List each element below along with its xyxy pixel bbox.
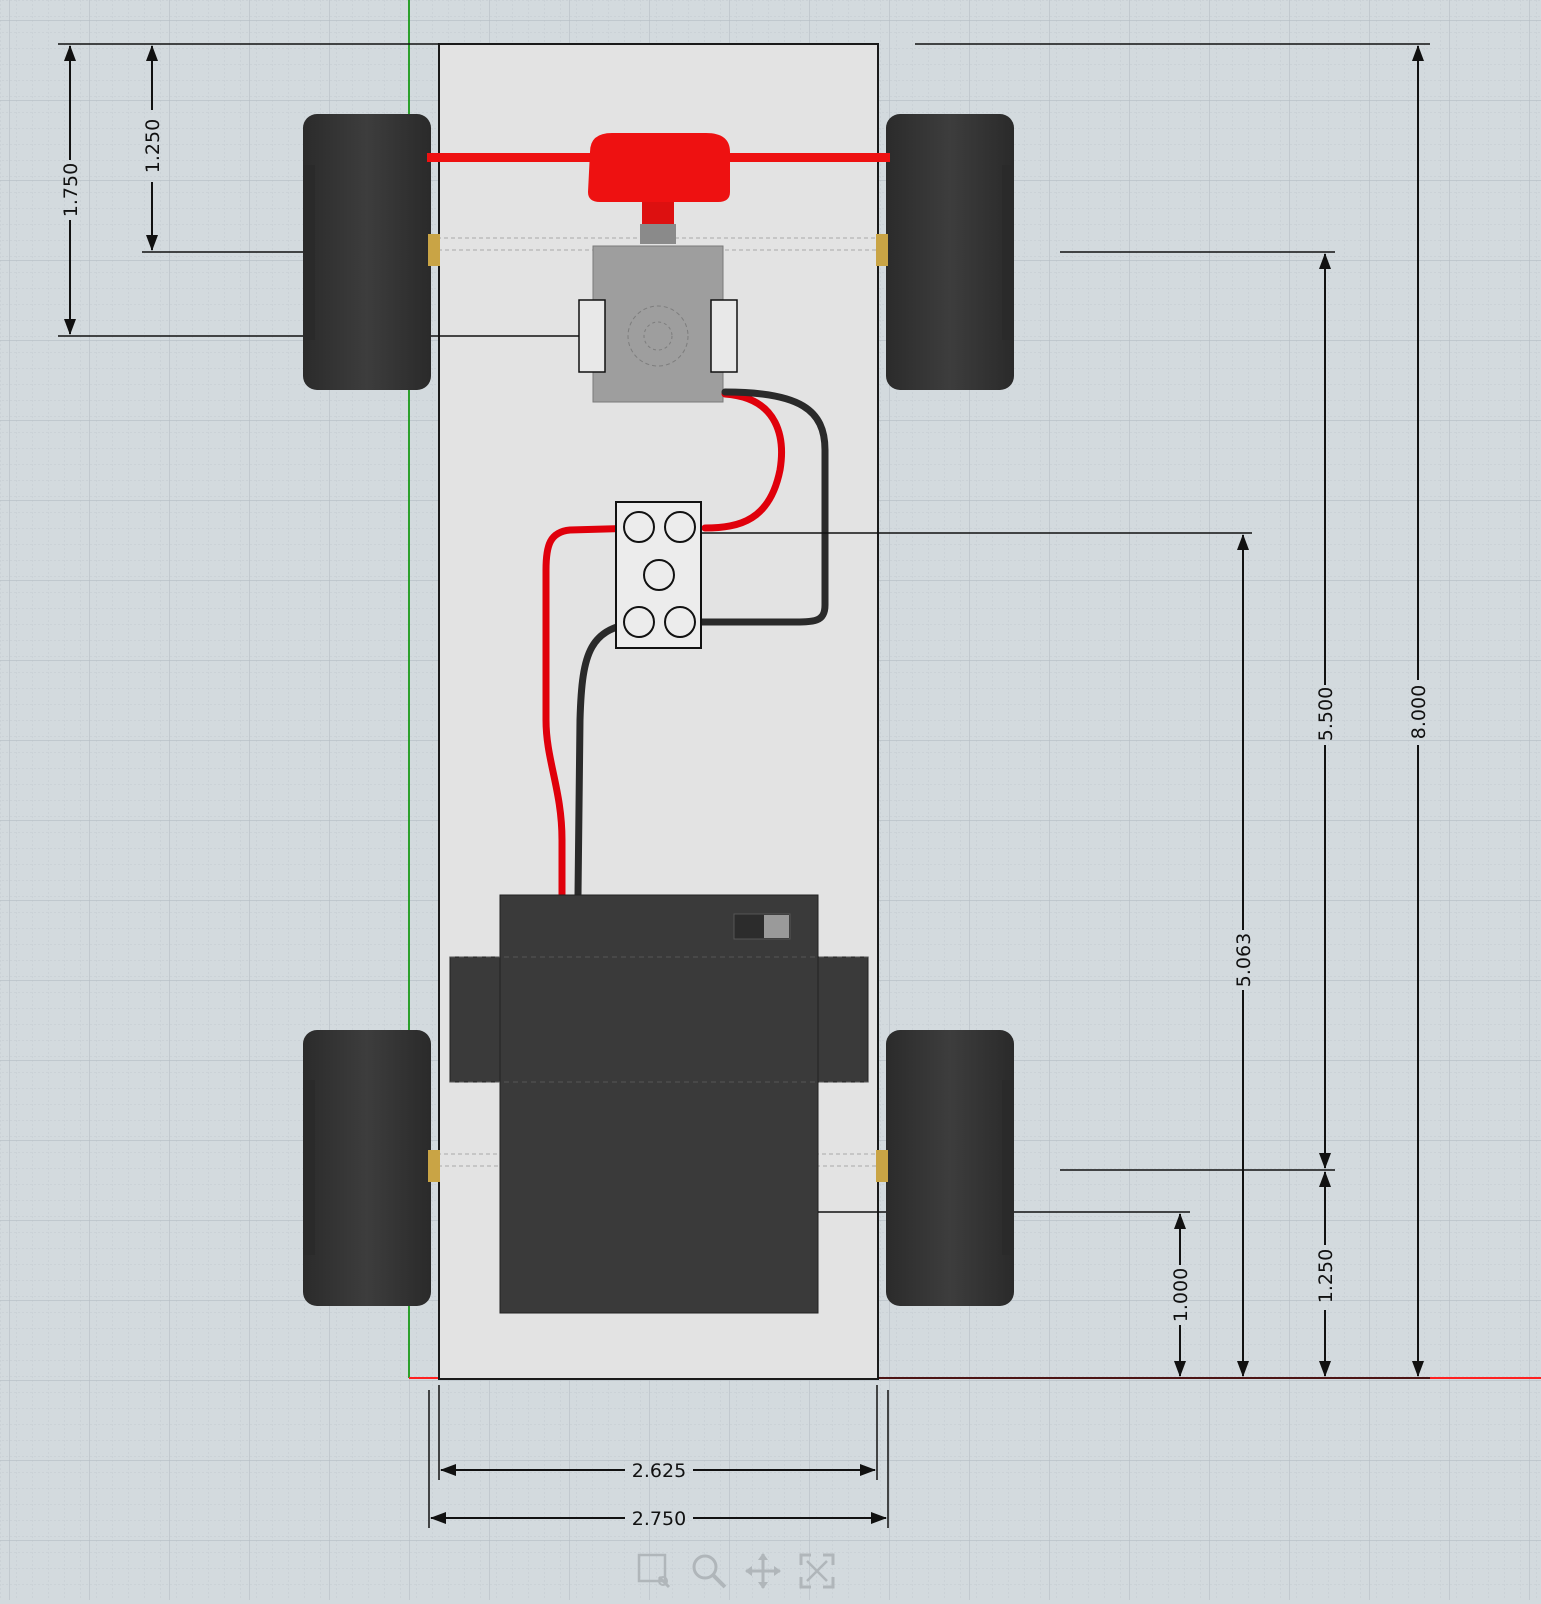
select-box-icon[interactable]	[632, 1548, 678, 1594]
view-toolbar	[632, 1548, 852, 1594]
dim-inner-width-label[interactable]: 2.625	[632, 1460, 686, 1482]
cad-viewport[interactable]: 1.750 1.250 8.000 5.500 5.063 1.250 1.00…	[0, 0, 1541, 1600]
battery-switch[interactable]	[764, 915, 789, 938]
dim-terminal-label[interactable]: 5.063	[1233, 933, 1255, 987]
wheel-rear-left[interactable]	[303, 1030, 440, 1306]
dim-front-axle-label[interactable]: 1.250	[142, 119, 164, 173]
dim-wheelbase-label[interactable]: 5.500	[1315, 687, 1337, 741]
battery-pack[interactable]	[449, 894, 869, 1314]
dim-outer-width-label[interactable]: 2.750	[632, 1508, 686, 1530]
servo-motor[interactable]	[578, 245, 738, 403]
drawing-canvas[interactable]: 1.750 1.250 8.000 5.500 5.063 1.250 1.00…	[0, 0, 1541, 1600]
zoom-icon[interactable]	[686, 1548, 732, 1594]
dim-battery-edge-label[interactable]: 1.000	[1170, 1268, 1192, 1322]
fit-view-icon[interactable]	[794, 1548, 840, 1594]
wheel-rear-right[interactable]	[876, 1030, 1014, 1306]
terminal-block[interactable]	[615, 501, 702, 649]
pan-icon[interactable]	[740, 1548, 786, 1594]
dim-rear-axle-label[interactable]: 1.250	[1315, 1249, 1337, 1303]
dim-servo-center-label[interactable]: 1.750	[60, 163, 82, 217]
wheel-front-left[interactable]	[303, 114, 440, 390]
wheel-front-right[interactable]	[876, 114, 1014, 390]
dim-overall-length-label[interactable]: 8.000	[1408, 685, 1430, 739]
